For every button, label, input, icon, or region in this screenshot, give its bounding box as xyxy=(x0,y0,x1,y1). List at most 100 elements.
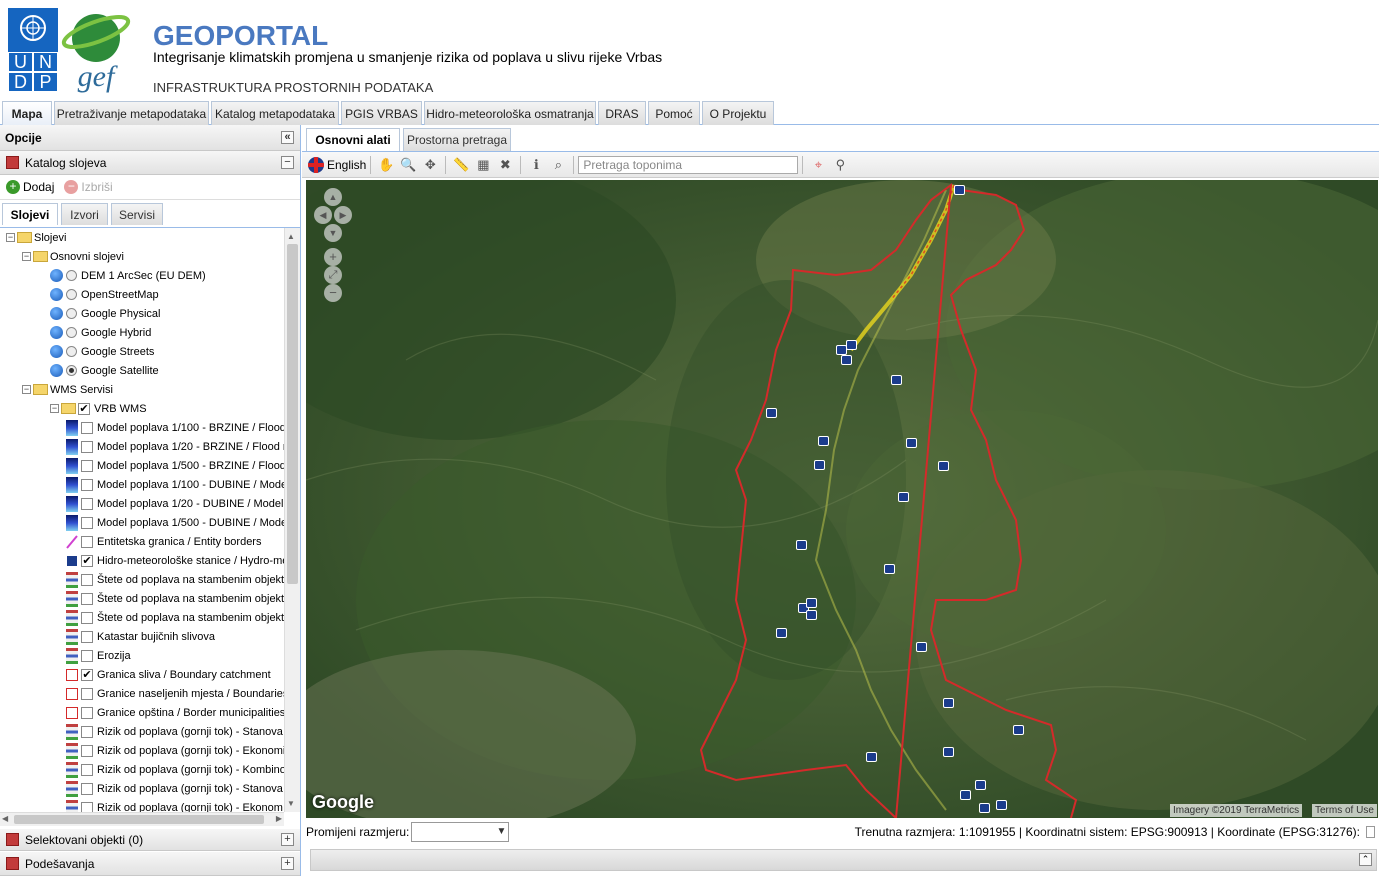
base-layer-radio[interactable] xyxy=(66,365,77,376)
tree-node[interactable]: Model poplava 1/100 - DUBINE / Mode xyxy=(66,475,284,494)
tree-node[interactable]: Entitetska granica / Entity borders xyxy=(66,532,261,551)
tab-katalog-metapodataka[interactable]: Katalog metapodataka xyxy=(211,101,339,125)
tree-node[interactable]: Rizik od poplava (gornji tok) - Ekonom xyxy=(66,798,283,812)
zoom-in-icon[interactable]: + xyxy=(324,248,342,266)
measure-area-icon[interactable]: ▦ xyxy=(474,156,492,174)
tree-node[interactable]: Rizik od poplava (gornji tok) - Kombino xyxy=(66,760,284,779)
hydro-station-marker[interactable] xyxy=(818,436,829,446)
tab-servisi[interactable]: Servisi xyxy=(111,203,163,225)
hydro-station-marker[interactable] xyxy=(960,790,971,800)
tree-node[interactable]: − ✔ VRB WMS xyxy=(50,399,147,418)
layer-checkbox[interactable] xyxy=(81,497,93,510)
tab-pomoc[interactable]: Pomoć xyxy=(648,101,700,125)
tree-node[interactable]: Štete od poplava na stambenim objekt xyxy=(66,608,284,627)
scale-select[interactable]: ▼ xyxy=(411,822,510,842)
pan-right-icon[interactable]: ▶ xyxy=(334,206,352,224)
hydro-station-marker[interactable] xyxy=(766,408,777,418)
tree-node[interactable]: Google Hybrid xyxy=(50,323,151,342)
tree-node[interactable]: Granice naseljenih mjesta / Boundaries xyxy=(66,684,284,703)
tab-prostorna-pretraga[interactable]: Prostorna pretraga xyxy=(403,128,511,151)
tree-node[interactable]: Rizik od poplava (gornji tok) - Ekonomi xyxy=(66,741,284,760)
layer-checkbox[interactable]: ✔ xyxy=(81,668,93,681)
layer-checkbox[interactable] xyxy=(81,611,93,624)
tree-node[interactable]: Rizik od poplava (gornji tok) - Stanova xyxy=(66,722,283,741)
tree-node[interactable]: Štete od poplava na stambenim objekt xyxy=(66,570,284,589)
zoom-box-icon[interactable]: 🔍 xyxy=(399,156,417,174)
tree-node[interactable]: Model poplava 1/500 - DUBINE / Mode xyxy=(66,513,284,532)
tree-node[interactable]: − WMS Servisi xyxy=(22,380,113,399)
binoculars-icon[interactable]: ⌕ xyxy=(549,156,567,174)
tree-node[interactable]: − Osnovni slojevi xyxy=(22,247,124,266)
tab-dras[interactable]: DRAS xyxy=(598,101,646,125)
terms-of-use-link[interactable]: Terms of Use xyxy=(1312,804,1377,817)
hydro-station-marker[interactable] xyxy=(841,355,852,365)
hydro-station-marker[interactable] xyxy=(943,698,954,708)
hydro-station-marker[interactable] xyxy=(796,540,807,550)
layer-checkbox[interactable] xyxy=(81,421,93,434)
tab-o-projektu[interactable]: O Projektu xyxy=(702,101,774,125)
tree-node[interactable]: DEM 1 ArcSec (EU DEM) xyxy=(50,266,206,285)
toponym-search-input[interactable]: Pretraga toponima xyxy=(578,155,799,174)
tree-node[interactable]: − Slojevi xyxy=(6,228,66,247)
hydro-station-marker[interactable] xyxy=(954,185,965,195)
tab-slojevi[interactable]: Slojevi xyxy=(2,203,58,225)
collapse-left-button[interactable]: « xyxy=(281,131,294,144)
hydro-station-marker[interactable] xyxy=(943,747,954,757)
pan-arrows-icon[interactable]: ✥ xyxy=(421,156,439,174)
layer-checkbox[interactable]: ✔ xyxy=(78,402,90,415)
expand-selected-button[interactable]: + xyxy=(281,833,294,846)
hydro-station-marker[interactable] xyxy=(916,642,927,652)
tree-node[interactable]: Štete od poplava na stambenim objekt xyxy=(66,589,284,608)
add-layer-button[interactable]: + Dodaj xyxy=(6,180,54,194)
scroll-left-icon[interactable]: ◀ xyxy=(2,814,8,823)
clear-measure-icon[interactable]: ✖ xyxy=(496,156,514,174)
zoom-extent-icon[interactable]: ⤢ xyxy=(324,266,342,284)
base-layer-radio[interactable] xyxy=(66,308,77,319)
hydro-station-marker[interactable] xyxy=(846,340,857,350)
base-layer-radio[interactable] xyxy=(66,327,77,338)
layer-checkbox[interactable] xyxy=(81,801,93,812)
hydro-station-marker[interactable] xyxy=(996,800,1007,810)
layer-checkbox[interactable] xyxy=(81,573,93,586)
layer-checkbox[interactable] xyxy=(81,592,93,605)
layer-checkbox[interactable] xyxy=(81,763,93,776)
hydro-station-marker[interactable] xyxy=(814,460,825,470)
tab-osnovni-alati[interactable]: Osnovni alati xyxy=(306,128,400,151)
settings-header[interactable]: Podešavanja + xyxy=(0,852,300,876)
layer-checkbox[interactable] xyxy=(81,725,93,738)
tree-toggle[interactable]: − xyxy=(22,385,31,394)
tab-mapa[interactable]: Mapa xyxy=(2,101,52,126)
hydro-station-marker[interactable] xyxy=(891,375,902,385)
layer-catalog-header[interactable]: Katalog slojeva − xyxy=(0,151,300,175)
tab-hidro-meteoroloska-osmatranja[interactable]: Hidro-meteorološka osmatranja xyxy=(424,101,596,125)
language-button[interactable]: English xyxy=(308,156,366,173)
tree-node[interactable]: Katastar bujičnih slivova xyxy=(66,627,215,646)
layer-checkbox[interactable] xyxy=(81,706,93,719)
hydro-station-marker[interactable] xyxy=(898,492,909,502)
locate-user-icon[interactable]: ⚲ xyxy=(831,156,849,174)
layer-checkbox[interactable] xyxy=(81,687,93,700)
expand-bottom-button[interactable]: ⌃ xyxy=(1359,853,1372,866)
zoom-out-icon[interactable]: − xyxy=(324,284,342,302)
collapse-catalog-button[interactable]: − xyxy=(281,156,294,169)
tree-node[interactable]: Model poplava 1/500 - BRZINE / Flood xyxy=(66,456,284,475)
hydro-station-marker[interactable] xyxy=(1013,725,1024,735)
tree-node[interactable]: Google Satellite xyxy=(50,361,159,380)
measure-ruler-icon[interactable]: 📏 xyxy=(452,156,470,174)
layer-checkbox[interactable] xyxy=(81,478,93,491)
tree-toggle[interactable]: − xyxy=(22,252,31,261)
tree-node[interactable]: Granice opština / Border municipalities xyxy=(66,703,284,722)
selected-objects-header[interactable]: Selektovani objekti (0) + xyxy=(0,829,300,851)
tree-toggle[interactable]: − xyxy=(50,404,59,413)
tab-pretrazivanje-metapodataka[interactable]: Pretraživanje metapodataka xyxy=(54,101,209,125)
base-layer-radio[interactable] xyxy=(66,270,77,281)
tree-node[interactable]: Model poplava 1/100 - BRZINE / Flood xyxy=(66,418,284,437)
crosshair-icon[interactable]: ⌖ xyxy=(809,156,827,174)
remove-layer-button[interactable]: − Izbriši xyxy=(64,180,113,194)
layer-checkbox[interactable] xyxy=(81,535,93,548)
layer-checkbox[interactable] xyxy=(81,782,93,795)
expand-settings-button[interactable]: + xyxy=(281,857,294,870)
scroll-thumb[interactable] xyxy=(287,244,298,584)
pan-down-icon[interactable]: ▼ xyxy=(324,224,342,242)
tree-node[interactable]: Rizik od poplava (gornji tok) - Stanova xyxy=(66,779,283,798)
